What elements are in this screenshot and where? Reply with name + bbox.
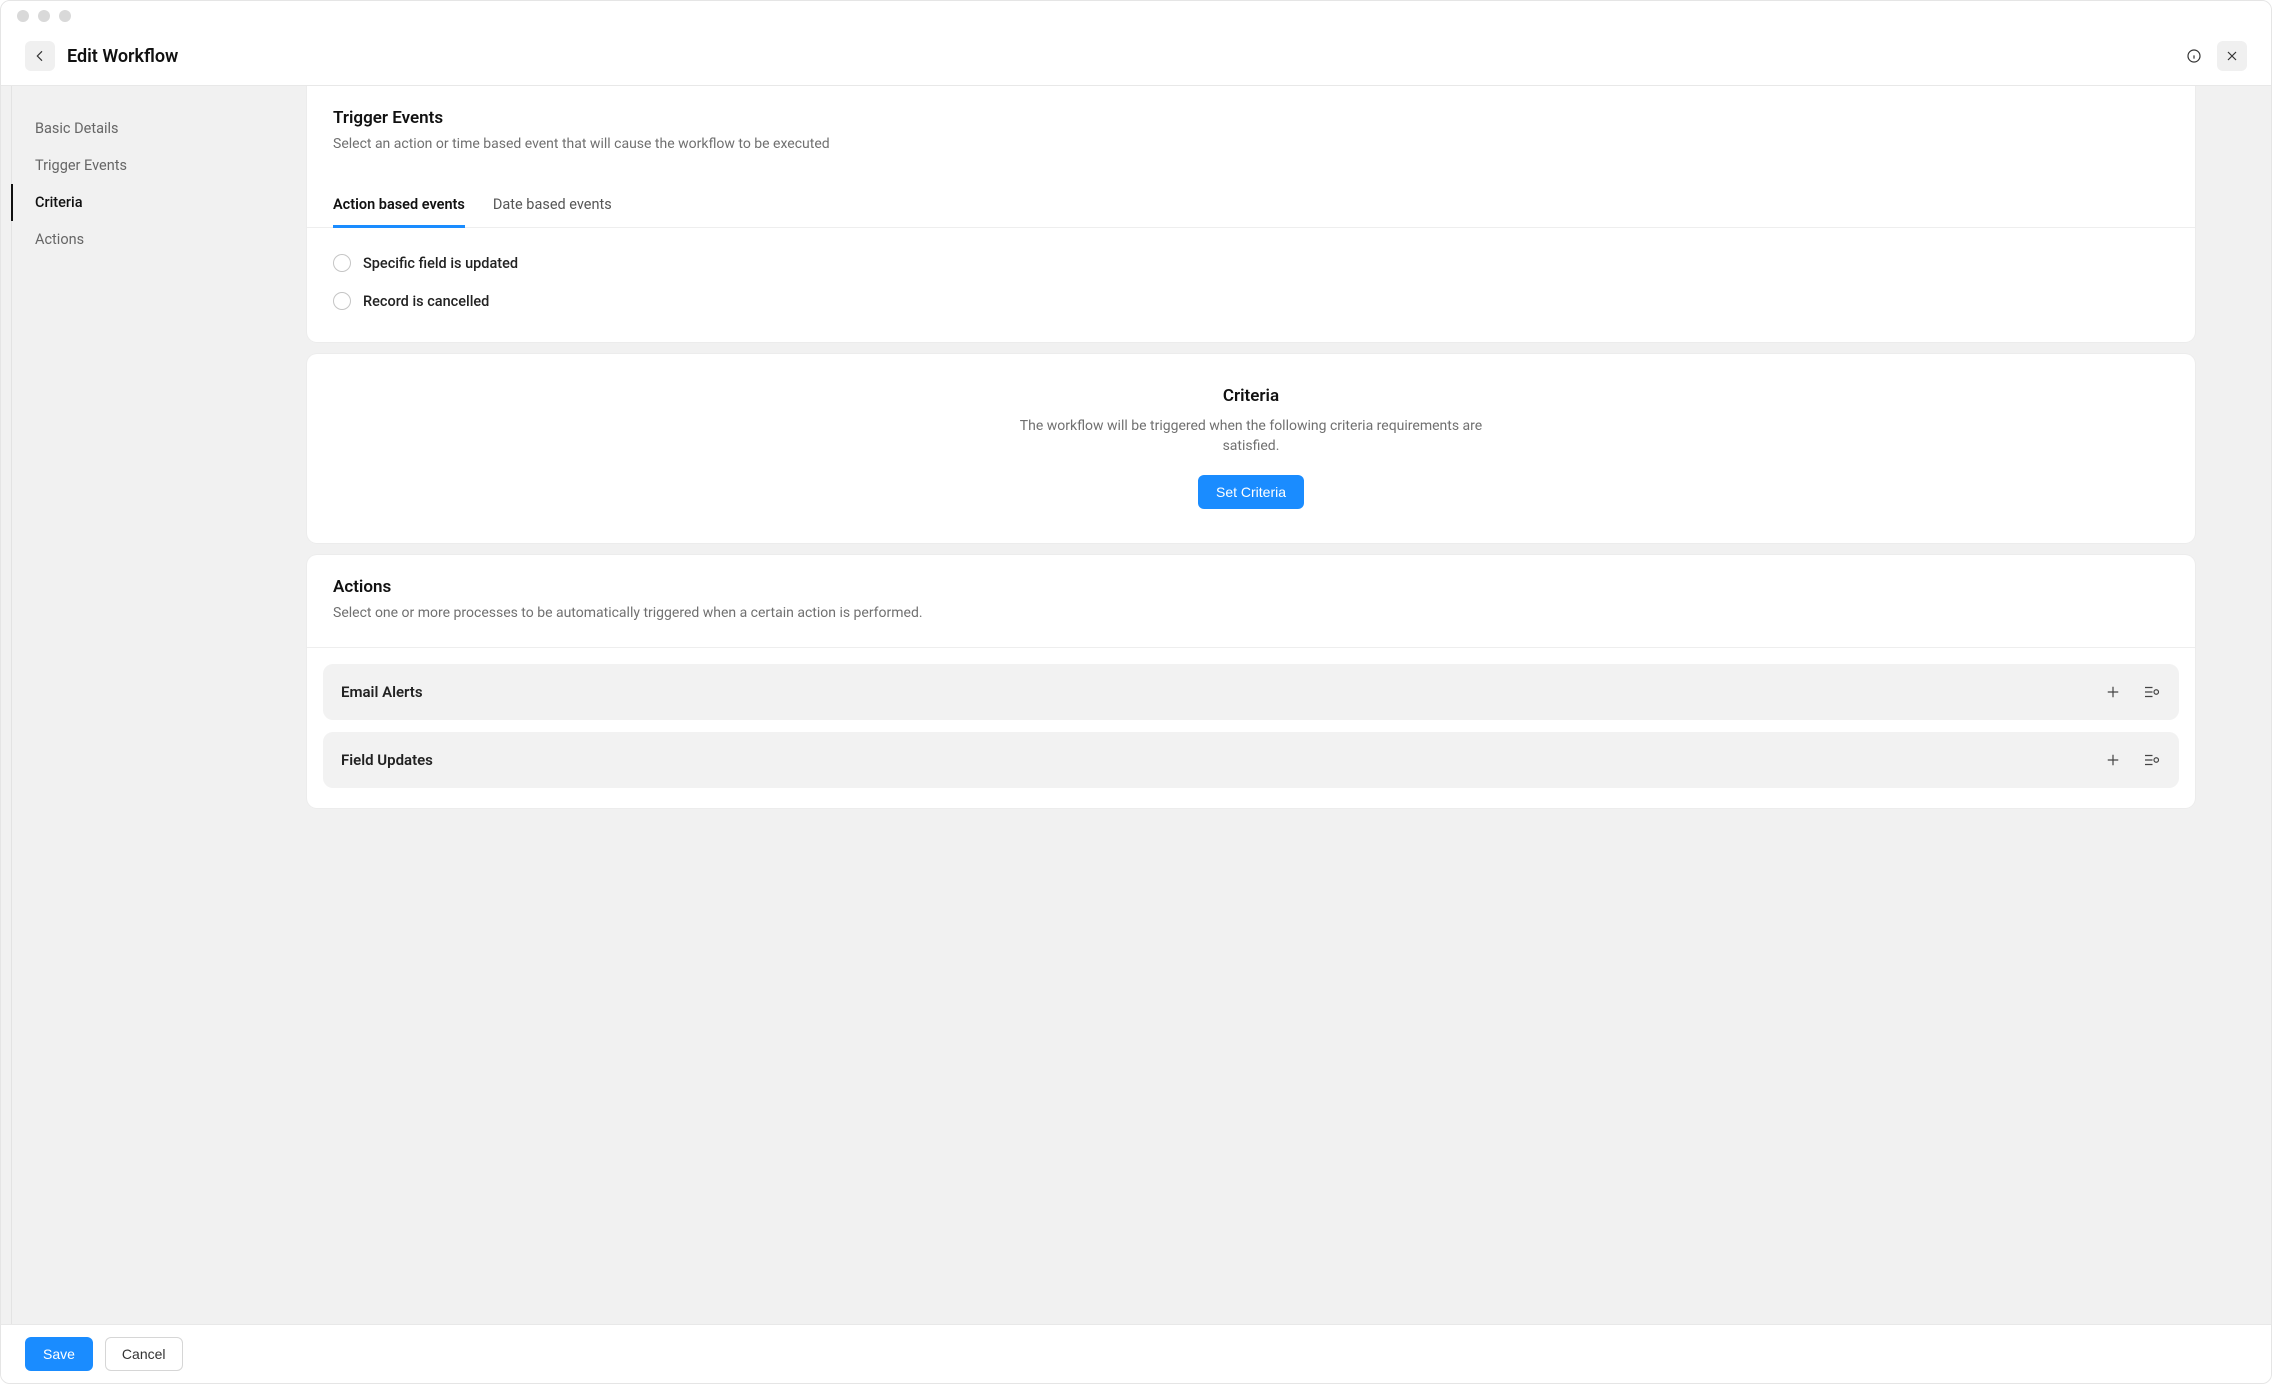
app-window: Edit Workflow Basic Details Trigger Even…	[0, 0, 2272, 1384]
sidebar-item-trigger-events[interactable]: Trigger Events	[11, 147, 231, 184]
sidebar-item-actions[interactable]: Actions	[11, 221, 231, 258]
trigger-options: Specific field is updated Record is canc…	[307, 228, 2195, 342]
trigger-tabs: Action based events Date based events	[307, 184, 2195, 228]
trigger-events-card: Trigger Events Select an action or time …	[307, 86, 2195, 342]
option-label: Record is cancelled	[363, 293, 489, 310]
save-button[interactable]: Save	[25, 1337, 93, 1371]
criteria-title: Criteria	[333, 386, 2169, 406]
back-button[interactable]	[25, 41, 55, 71]
window-titlebar	[1, 1, 2271, 31]
option-specific-field-updated[interactable]: Specific field is updated	[333, 244, 2169, 282]
manage-field-updates-button[interactable]	[2141, 750, 2161, 770]
trigger-events-title: Trigger Events	[333, 108, 2169, 128]
criteria-card: Criteria The workflow will be triggered …	[307, 354, 2195, 543]
action-block-email-alerts: Email Alerts	[323, 664, 2179, 720]
list-settings-icon	[2142, 751, 2160, 769]
page-header: Edit Workflow	[1, 31, 2271, 86]
add-field-update-button[interactable]	[2103, 750, 2123, 770]
close-icon	[2224, 48, 2240, 64]
footer-actions: Save Cancel	[1, 1324, 2271, 1383]
cancel-button[interactable]: Cancel	[105, 1337, 183, 1371]
sidebar-item-basic-details[interactable]: Basic Details	[11, 110, 231, 147]
plus-icon	[2104, 751, 2122, 769]
actions-description: Select one or more processes to be autom…	[333, 605, 2169, 621]
set-criteria-button[interactable]: Set Criteria	[1198, 475, 1304, 509]
option-record-cancelled[interactable]: Record is cancelled	[333, 282, 2169, 320]
add-email-alert-button[interactable]	[2103, 682, 2123, 702]
radio-icon	[333, 254, 351, 272]
trigger-events-description: Select an action or time based event tha…	[333, 136, 2169, 152]
radio-icon	[333, 292, 351, 310]
window-minimize-dot[interactable]	[38, 10, 50, 22]
arrow-left-icon	[32, 48, 48, 64]
page-title: Edit Workflow	[67, 46, 178, 67]
action-block-title: Field Updates	[341, 751, 433, 769]
info-icon	[2186, 48, 2202, 64]
window-close-dot[interactable]	[17, 10, 29, 22]
action-block-field-updates: Field Updates	[323, 732, 2179, 788]
manage-email-alerts-button[interactable]	[2141, 682, 2161, 702]
plus-icon	[2104, 683, 2122, 701]
close-button[interactable]	[2217, 41, 2247, 71]
option-label: Specific field is updated	[363, 255, 518, 272]
window-zoom-dot[interactable]	[59, 10, 71, 22]
action-block-title: Email Alerts	[341, 683, 423, 701]
actions-title: Actions	[333, 577, 2169, 597]
criteria-description: The workflow will be triggered when the …	[1011, 416, 1491, 457]
tab-action-based[interactable]: Action based events	[333, 184, 465, 228]
actions-card: Actions Select one or more processes to …	[307, 555, 2195, 808]
sidebar-nav: Basic Details Trigger Events Criteria Ac…	[11, 86, 231, 1324]
tab-date-based[interactable]: Date based events	[493, 184, 612, 228]
sidebar-item-criteria[interactable]: Criteria	[11, 184, 231, 221]
main-content: Trigger Events Select an action or time …	[231, 86, 2271, 1324]
list-settings-icon	[2142, 683, 2160, 701]
info-button[interactable]	[2179, 41, 2209, 71]
